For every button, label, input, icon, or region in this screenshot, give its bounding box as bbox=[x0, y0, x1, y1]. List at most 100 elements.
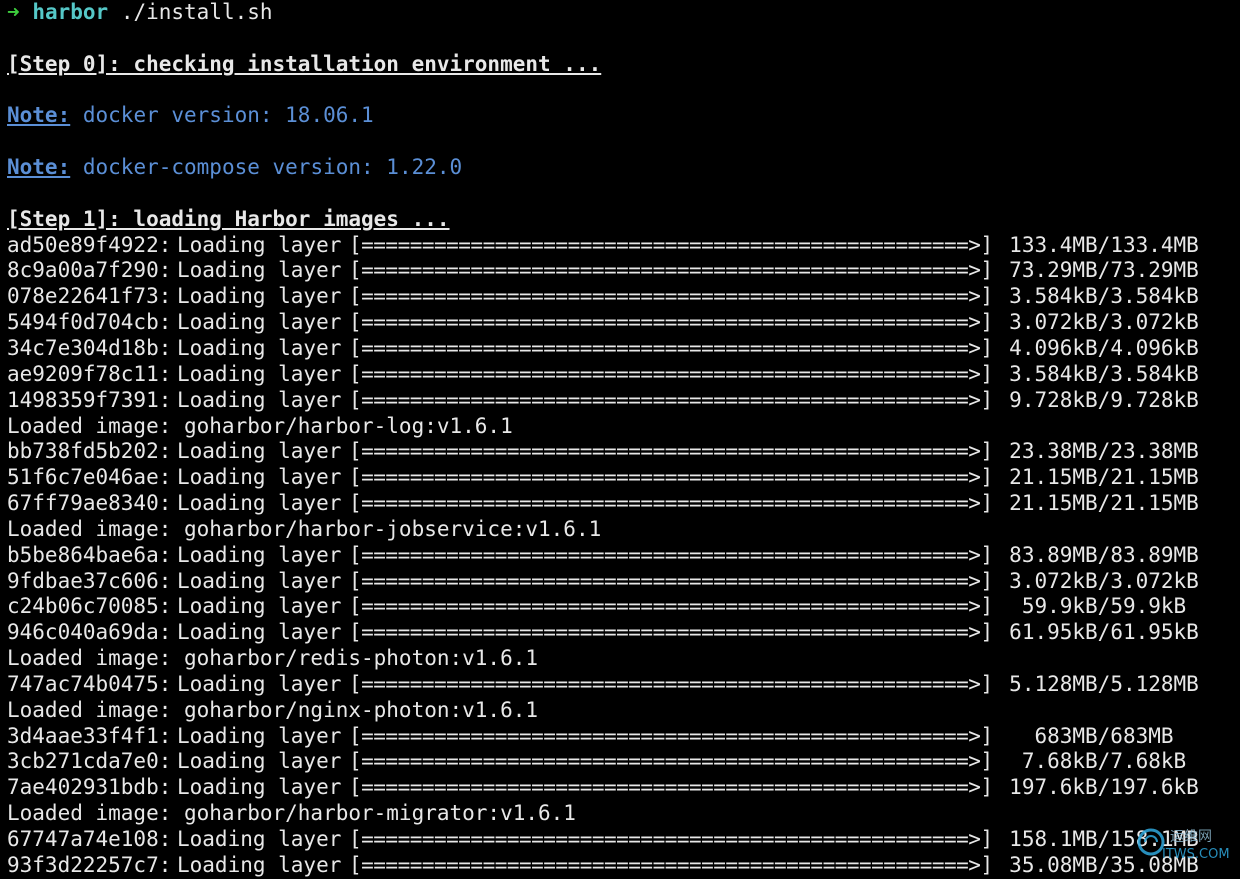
layer-id: 5494f0d704cb: bbox=[7, 310, 172, 335]
layer-line: 8c9a00a7f290: Loading layer [=============… bbox=[7, 258, 1233, 284]
terminal-output[interactable]: ➜ harbor ./install.sh [Step 0]: checking… bbox=[7, 0, 1233, 879]
progress-bar: [=======================================… bbox=[349, 491, 993, 516]
prompt-command: ./install.sh bbox=[120, 0, 273, 24]
watermark-logo: 运维网 ITWS.COM bbox=[1134, 825, 1230, 869]
progress-bar: [=======================================… bbox=[349, 335, 993, 360]
layer-line: 946c040a69da: Loading layer [=============… bbox=[7, 620, 1233, 646]
layer-size: 83.89MB/83.89MB bbox=[1009, 542, 1199, 567]
layer-status: Loading layer bbox=[177, 465, 342, 490]
layer-id: 67747a74e108: bbox=[7, 827, 172, 851]
watermark-text: 运维网 bbox=[1170, 829, 1212, 845]
loaded-image-text: Loaded image: goharbor/harbor-migrator:v… bbox=[7, 801, 576, 826]
step-0-line: [Step 0]: checking installation environm… bbox=[7, 52, 1233, 78]
layer-status: Loading layer bbox=[177, 775, 342, 800]
layer-size: 21.15MB/21.15MB bbox=[1009, 465, 1199, 490]
layer-status: Loading layer bbox=[177, 749, 342, 774]
loaded-image-text: Loaded image: goharbor/harbor-jobservice… bbox=[7, 516, 602, 541]
loaded-image-line: Loaded image: goharbor/redis-photon:v1.6… bbox=[7, 646, 1233, 672]
loaded-image-line: Loaded image: goharbor/nginx-photon:v1.6… bbox=[7, 698, 1233, 724]
prompt-line: ➜ harbor ./install.sh bbox=[7, 0, 1233, 26]
layer-size: 3.072kB/3.072kB bbox=[1009, 568, 1199, 593]
progress-bar: [=======================================… bbox=[349, 852, 993, 877]
layer-status: Loading layer bbox=[177, 568, 342, 593]
layer-line: 7ae402931bdb: Loading layer [=============… bbox=[7, 775, 1233, 801]
layer-id: 3cb271cda7e0: bbox=[7, 749, 172, 774]
layer-line: 9fdbae37c606: Loading layer [=============… bbox=[7, 569, 1233, 595]
layer-id: 7ae402931bdb: bbox=[7, 775, 172, 800]
note-text: docker-compose version: 1.22.0 bbox=[82, 155, 463, 180]
progress-bar: [=======================================… bbox=[349, 232, 993, 257]
note-line-docker: Note: docker version: 18.06.1 bbox=[7, 103, 1233, 129]
progress-bar: [=======================================… bbox=[349, 620, 993, 645]
loaded-image-text: Loaded image: goharbor/nginx-photon:v1.6… bbox=[7, 697, 539, 722]
layer-line: 3cb271cda7e0: Loading layer [=============… bbox=[7, 749, 1233, 775]
layer-size: 4.096kB/4.096kB bbox=[1009, 335, 1199, 360]
progress-bar: [=======================================… bbox=[349, 542, 993, 567]
layer-status: Loading layer bbox=[177, 827, 342, 851]
loaded-image-text: Loaded image: goharbor/redis-photon:v1.6… bbox=[7, 646, 539, 671]
layer-id: ad50e89f4922: bbox=[7, 232, 172, 257]
progress-bar: [=======================================… bbox=[349, 284, 993, 309]
layer-line: 67747a74e108: Loading layer [=============… bbox=[7, 827, 1233, 853]
layer-status: Loading layer bbox=[177, 232, 342, 257]
layer-size: 3.072kB/3.072kB bbox=[1009, 310, 1199, 335]
layer-line: 67ff79ae8340: Loading layer [=============… bbox=[7, 491, 1233, 517]
layer-id: b5be864bae6a: bbox=[7, 542, 172, 567]
note-text: docker version: 18.06.1 bbox=[82, 103, 374, 128]
layer-line: 34c7e304d18b: Loading layer [=============… bbox=[7, 336, 1233, 362]
layer-id: 51f6c7e046ae: bbox=[7, 465, 172, 490]
layer-id: c24b06c70085: bbox=[7, 594, 172, 619]
layer-line: 5494f0d704cb: Loading layer [=============… bbox=[7, 310, 1233, 336]
progress-bar: [=======================================… bbox=[349, 465, 993, 490]
layer-size: 59.9kB/59.9kB bbox=[1021, 594, 1187, 619]
layer-line: 1498359f7391: Loading layer [=============… bbox=[7, 388, 1233, 414]
layer-size: 61.95kB/61.95kB bbox=[1009, 620, 1199, 645]
note-label: Note: bbox=[7, 103, 71, 128]
layer-size: 9.728kB/9.728kB bbox=[1009, 387, 1199, 412]
loaded-image-line: Loaded image: goharbor/harbor-jobservice… bbox=[7, 517, 1233, 543]
layer-status: Loading layer bbox=[177, 284, 342, 309]
layer-line: ad50e89f4922: Loading layer [=============… bbox=[7, 233, 1233, 259]
step-1-line: [Step 1]: loading Harbor images ... bbox=[7, 207, 1233, 233]
log-lines: ad50e89f4922: Loading layer [=============… bbox=[7, 233, 1233, 879]
progress-bar: [=======================================… bbox=[349, 361, 993, 386]
layer-size: 23.38MB/23.38MB bbox=[1009, 439, 1199, 464]
layer-status: Loading layer bbox=[177, 439, 342, 464]
layer-status: Loading layer bbox=[177, 542, 342, 567]
layer-size: 197.6kB/197.6kB bbox=[1009, 775, 1199, 800]
progress-bar: [=======================================… bbox=[349, 594, 993, 619]
progress-bar: [=======================================… bbox=[349, 827, 993, 851]
layer-id: 1498359f7391: bbox=[7, 387, 172, 412]
layer-size: 5.128MB/5.128MB bbox=[1009, 671, 1199, 696]
layer-status: Loading layer bbox=[177, 335, 342, 360]
layer-id: 078e22641f73: bbox=[7, 284, 172, 309]
layer-size: 133.4MB/133.4MB bbox=[1009, 232, 1199, 257]
layer-line: bb738fd5b202: Loading layer [=============… bbox=[7, 439, 1233, 465]
layer-line: 747ac74b0475: Loading layer [=============… bbox=[7, 672, 1233, 698]
layer-size: 3.584kB/3.584kB bbox=[1009, 284, 1199, 309]
layer-status: Loading layer bbox=[177, 310, 342, 335]
layer-status: Loading layer bbox=[177, 491, 342, 516]
layer-line: ae9209f78c11: Loading layer [=============… bbox=[7, 362, 1233, 388]
layer-status: Loading layer bbox=[177, 723, 342, 748]
layer-status: Loading layer bbox=[177, 671, 342, 696]
layer-id: ae9209f78c11: bbox=[7, 361, 172, 386]
progress-bar: [=======================================… bbox=[349, 671, 993, 696]
layer-line: 078e22641f73: Loading layer [=============… bbox=[7, 284, 1233, 310]
layer-id: 93f3d22257c7: bbox=[7, 852, 172, 877]
progress-bar: [=======================================… bbox=[349, 439, 993, 464]
layer-id: 747ac74b0475: bbox=[7, 671, 172, 696]
layer-line: b5be864bae6a: Loading layer [=============… bbox=[7, 543, 1233, 569]
loaded-image-line: Loaded image: goharbor/harbor-migrator:v… bbox=[7, 801, 1233, 827]
layer-status: Loading layer bbox=[177, 620, 342, 645]
layer-status: Loading layer bbox=[177, 387, 342, 412]
progress-bar: [=======================================… bbox=[349, 568, 993, 593]
step-0-text: [Step 0]: checking installation environm… bbox=[7, 51, 602, 76]
progress-bar: [=======================================… bbox=[349, 749, 993, 774]
layer-line: 51f6c7e046ae: Loading layer [=============… bbox=[7, 465, 1233, 491]
layer-id: bb738fd5b202: bbox=[7, 439, 172, 464]
progress-bar: [=======================================… bbox=[349, 723, 993, 748]
